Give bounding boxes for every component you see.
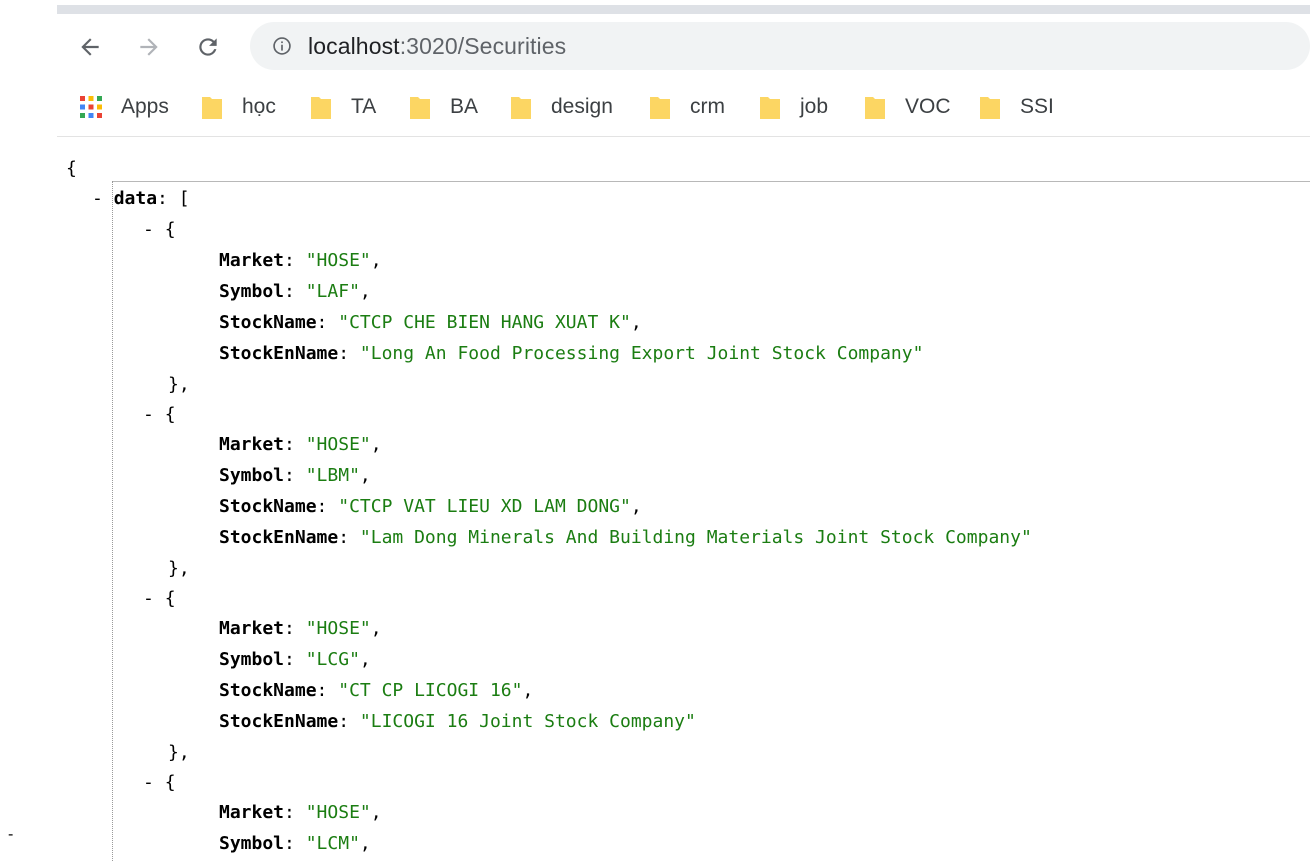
- json-object-open: - {: [143, 588, 176, 609]
- forward-button[interactable]: [134, 32, 164, 62]
- bookmark-folder-crm[interactable]: crm: [649, 92, 725, 122]
- json-value: "HOSE": [305, 434, 371, 455]
- reload-button[interactable]: [193, 32, 223, 62]
- json-field-stockname: StockName: "CT CP LICOGI 16",: [219, 680, 534, 701]
- url-text: localhost:3020/Securities: [308, 33, 566, 60]
- json-guide-line: [112, 181, 113, 861]
- json-value: "CTCP CHE BIEN HANG XUAT K": [338, 312, 631, 333]
- apps-grid-icon: [80, 96, 102, 118]
- json-field-market: Market: "HOSE",: [219, 618, 382, 639]
- bookmark-label: job: [800, 95, 829, 118]
- json-object-close: },: [168, 742, 190, 763]
- bookmark-folder-job[interactable]: job: [759, 92, 828, 122]
- address-bar[interactable]: localhost:3020/Securities: [250, 22, 1310, 70]
- tab-strip: [57, 5, 1310, 14]
- reload-icon: [199, 38, 217, 56]
- bookmark-folder-design[interactable]: design: [510, 92, 613, 122]
- back-icon: [81, 38, 99, 56]
- folder-icon: [311, 97, 331, 119]
- bookmarks-bar: Apps học TA BA design crm job VOC SSI: [57, 78, 1310, 137]
- json-value: "LAF": [305, 281, 360, 302]
- json-field-stockenname: StockEnName: "Lam Dong Minerals And Buil…: [219, 527, 1032, 548]
- json-object-open: - {: [143, 404, 176, 425]
- bookmark-label: SSI: [1020, 95, 1054, 118]
- collapse-toggle[interactable]: -: [143, 219, 165, 240]
- folder-icon: [202, 97, 222, 119]
- bookmark-folder-voc[interactable]: VOC: [864, 92, 951, 122]
- info-icon[interactable]: [272, 36, 292, 56]
- json-field-market: Market: "HOSE",: [219, 250, 382, 271]
- json-value: "Lam Dong Minerals And Building Material…: [359, 527, 1032, 548]
- folder-icon: [410, 97, 430, 119]
- json-open-brace: {: [66, 158, 77, 179]
- forward-icon: [140, 38, 158, 56]
- back-button[interactable]: [75, 32, 105, 62]
- json-field-market: Market: "HOSE",: [219, 434, 382, 455]
- bookmark-label: design: [551, 95, 613, 118]
- bookmark-folder-ta[interactable]: TA: [310, 92, 376, 122]
- json-field-symbol: Symbol: "LBM",: [219, 465, 371, 486]
- json-value: "Long An Food Processing Export Joint St…: [359, 343, 924, 364]
- json-root-key: data: [113, 188, 158, 209]
- bookmark-label: BA: [450, 95, 479, 118]
- collapse-toggle[interactable]: -: [143, 772, 165, 793]
- folder-icon: [865, 97, 885, 119]
- folder-icon: [760, 97, 780, 119]
- bookmark-folder-hoc[interactable]: học: [201, 92, 276, 122]
- json-value: "HOSE": [305, 618, 371, 639]
- json-value: "LCM": [305, 833, 360, 854]
- folder-icon: [980, 97, 1000, 119]
- json-value: "CTCP VAT LIEU XD LAM DONG": [338, 496, 631, 517]
- collapse-toggle[interactable]: -: [92, 188, 114, 209]
- folder-icon: [511, 97, 531, 119]
- json-object-open: - {: [143, 772, 176, 793]
- url-host: localhost: [308, 33, 400, 59]
- json-field-stockname: StockName: "CTCP CHE BIEN HANG XUAT K",: [219, 312, 642, 333]
- url-path: :3020/Securities: [399, 33, 567, 59]
- json-field-symbol: Symbol: "LAF",: [219, 281, 371, 302]
- bookmark-apps[interactable]: Apps: [79, 92, 169, 122]
- bookmark-folder-ssi[interactable]: SSI: [979, 92, 1054, 122]
- json-object-close: },: [168, 558, 190, 579]
- json-object-close: },: [168, 374, 190, 395]
- json-value: "CT CP LICOGI 16": [338, 680, 523, 701]
- json-field-stockname: StockName: "CTCP VAT LIEU XD LAM DONG",: [219, 496, 642, 517]
- json-object-open: - {: [143, 219, 176, 240]
- folder-icon: [650, 97, 670, 119]
- bookmark-label: học: [242, 95, 276, 118]
- browser-toolbar: localhost:3020/Securities: [57, 14, 1310, 78]
- collapse-toggle[interactable]: -: [143, 588, 165, 609]
- json-field-symbol: Symbol: "LCM",: [219, 833, 371, 854]
- json-root-line: - data: [: [92, 188, 190, 209]
- json-field-symbol: Symbol: "LCG",: [219, 649, 371, 670]
- bookmark-label: crm: [690, 95, 725, 118]
- json-field-market: Market: "HOSE",: [219, 802, 382, 823]
- stray-mark: -: [8, 826, 14, 843]
- bookmark-label: TA: [351, 95, 377, 118]
- json-guide-top: [112, 181, 1310, 182]
- json-value: "HOSE": [305, 250, 371, 271]
- json-field-stockenname: StockEnName: "Long An Food Processing Ex…: [219, 343, 924, 364]
- json-value: "LBM": [305, 465, 360, 486]
- json-field-stockenname: StockEnName: "LICOGI 16 Joint Stock Comp…: [219, 711, 696, 732]
- json-value: "LICOGI 16 Joint Stock Company": [359, 711, 696, 732]
- json-value: "LCG": [305, 649, 360, 670]
- collapse-toggle[interactable]: -: [143, 404, 165, 425]
- bookmark-label: VOC: [905, 95, 951, 118]
- bookmark-label: Apps: [121, 95, 169, 118]
- json-viewer: { - data: [ - { Market: "HOSE", Symbol: …: [0, 137, 1310, 861]
- bookmark-folder-ba[interactable]: BA: [409, 92, 478, 122]
- json-value: "HOSE": [305, 802, 371, 823]
